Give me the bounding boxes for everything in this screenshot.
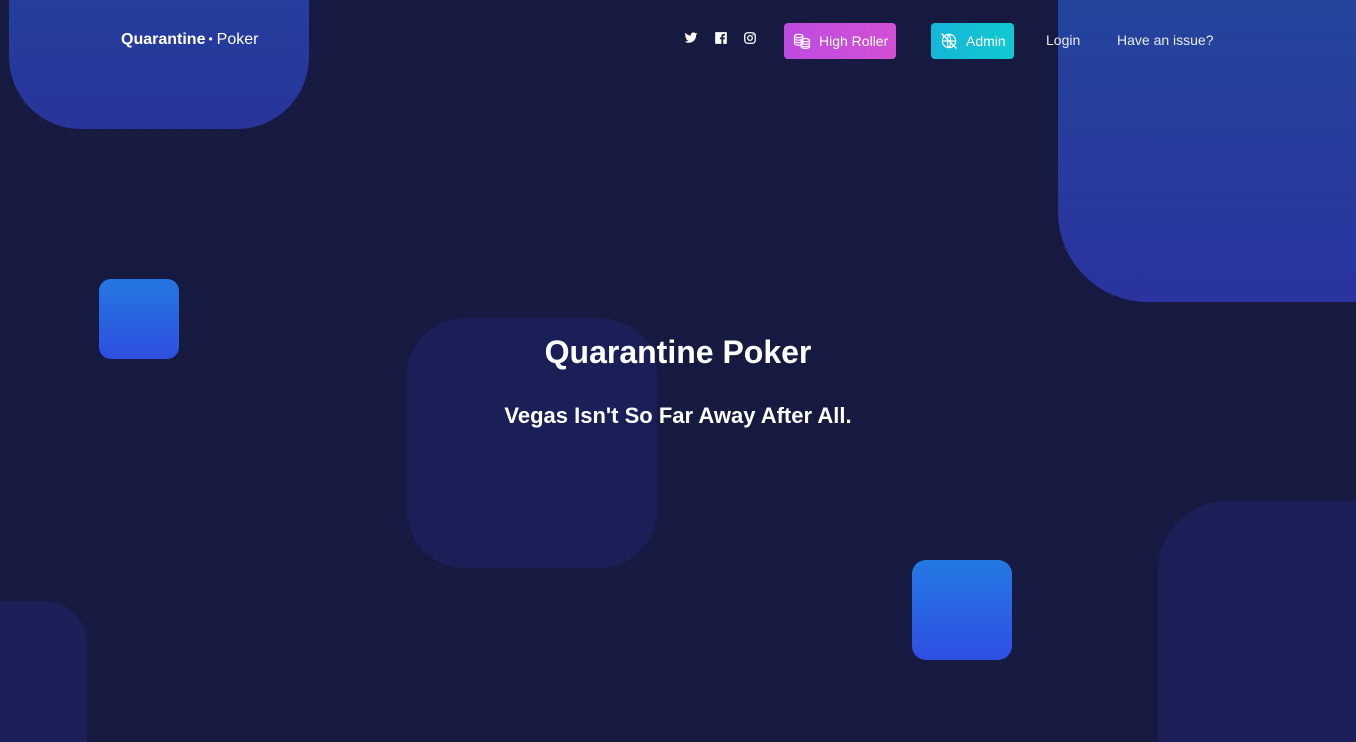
- hero-subtitle: Vegas Isn't So Far Away After All.: [504, 403, 852, 428]
- login-link[interactable]: Login: [1046, 32, 1080, 48]
- brand-logo-link[interactable]: Quarantine • Poker: [121, 31, 258, 49]
- issue-link[interactable]: Have an issue?: [1117, 32, 1214, 48]
- decorative-shape-bottom-left: [0, 601, 87, 742]
- admin-button[interactable]: Admin: [931, 23, 1014, 59]
- decorative-square-right: [912, 560, 1012, 660]
- no-access-globe-icon: [939, 31, 959, 51]
- coins-icon: [792, 31, 812, 51]
- brand-separator: •: [208, 32, 213, 46]
- instagram-icon[interactable]: [743, 31, 757, 45]
- hero-title: Quarantine Poker: [544, 334, 812, 370]
- facebook-icon[interactable]: [714, 31, 728, 45]
- brand-secondary: Poker: [216, 31, 259, 48]
- twitter-icon[interactable]: [684, 31, 698, 45]
- high-roller-button[interactable]: High Roller: [784, 23, 896, 59]
- brand-primary: Quarantine: [121, 31, 206, 48]
- decorative-shape-bottom-right: [1158, 501, 1356, 742]
- high-roller-label: High Roller: [819, 33, 889, 49]
- decorative-shape-top-left: [9, 0, 309, 129]
- admin-label: Admin: [966, 33, 1006, 49]
